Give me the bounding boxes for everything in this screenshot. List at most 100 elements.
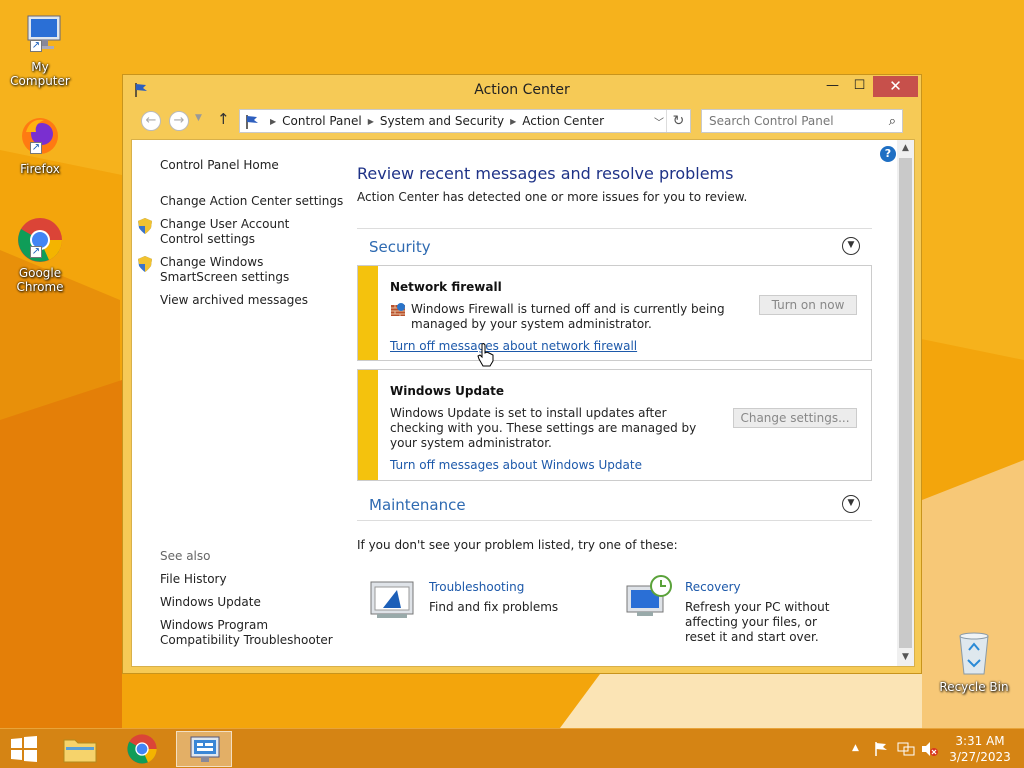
title-bar[interactable]: Action Center — ☐ ✕ <box>123 75 921 105</box>
content-area: Control Panel Home Change Action Center … <box>131 139 915 667</box>
recent-locations-dropdown-icon[interactable]: ▼ <box>195 113 202 123</box>
security-section-header[interactable]: Security ▼ <box>357 228 872 262</box>
turn-on-now-button[interactable]: Turn on now <box>759 295 857 315</box>
recovery-description: Refresh your PC without affecting your f… <box>685 600 830 644</box>
maximize-button[interactable]: ☐ <box>846 76 873 97</box>
taskbar-control-panel[interactable] <box>176 731 232 767</box>
bottom-intro-text: If you don't see your problem listed, tr… <box>357 538 678 552</box>
see-also-windows-update-link[interactable]: Windows Update <box>160 595 261 610</box>
hand-cursor-icon <box>477 343 494 367</box>
breadcrumb-separator-icon[interactable]: ▶ <box>270 117 276 126</box>
desktop-icon-label: Google Chrome <box>16 266 64 294</box>
desktop-icon-my-computer[interactable]: ↗ My Computer <box>0 10 80 88</box>
chevron-down-icon[interactable]: ▼ <box>842 237 860 255</box>
desktop-icon-label: My Computer <box>10 60 70 88</box>
see-also-file-history-link[interactable]: File History <box>160 572 227 587</box>
maintenance-heading: Maintenance <box>369 496 466 514</box>
taskbar-google-chrome[interactable] <box>114 731 170 767</box>
turn-off-windows-update-messages-link[interactable]: Turn off messages about Windows Update <box>390 458 642 472</box>
refresh-icon[interactable]: ↻ <box>666 110 690 132</box>
computer-icon: ↗ <box>16 10 64 58</box>
action-center-window: Action Center — ☐ ✕ ← → ▼ ↑ ▶ Control Pan… <box>122 74 922 674</box>
recycle-bin-icon <box>954 630 994 678</box>
turn-off-firewall-messages-link[interactable]: Turn off messages about network firewall <box>390 339 637 353</box>
warning-stripe <box>358 370 378 480</box>
breadcrumb-separator-icon[interactable]: ▶ <box>368 117 374 126</box>
windows-update-title: Windows Update <box>390 384 505 398</box>
up-arrow-icon[interactable]: ↑ <box>217 110 230 128</box>
windows-update-message: Windows Update Windows Update is set to … <box>357 369 872 481</box>
breadcrumb: ▶ Control Panel ▶ System and Security ▶ Actio… <box>264 114 604 128</box>
address-bar[interactable]: ▶ Control Panel ▶ System and Security ▶ Actio… <box>239 109 691 133</box>
windows-update-text: Windows Update is set to install updates… <box>390 406 697 450</box>
troubleshooting-description: Find and fix problems <box>429 600 559 614</box>
address-dropdown-icon[interactable]: ﹀ <box>654 114 664 129</box>
warning-stripe <box>358 266 378 360</box>
firefox-icon: ↗ <box>16 112 64 160</box>
breadcrumb-separator-icon[interactable]: ▶ <box>510 117 516 126</box>
security-heading: Security <box>369 238 431 256</box>
close-button[interactable]: ✕ <box>873 76 918 97</box>
network-firewall-message: Network firewall Windows Firewall is tur… <box>357 265 872 361</box>
forward-button[interactable]: → <box>169 111 189 131</box>
breadcrumb-control-panel[interactable]: Control Panel <box>282 114 362 128</box>
control-panel-icon <box>190 736 220 762</box>
scroll-up-arrow-icon[interactable]: ▲ <box>897 140 914 157</box>
network-firewall-text: Windows Firewall is turned off and is cu… <box>411 302 725 331</box>
page-title: Review recent messages and resolve probl… <box>357 164 734 183</box>
control-panel-flag-icon <box>244 114 260 133</box>
desktop-icon-label: Firefox <box>20 162 60 176</box>
show-hidden-icons-icon[interactable]: ▲ <box>852 743 859 753</box>
recovery-tool: Recovery Refresh your PC without affecti… <box>625 575 865 650</box>
folder-icon <box>63 739 97 763</box>
vertical-scrollbar[interactable]: ▲ ▼ <box>897 140 914 666</box>
troubleshooting-tool: Troubleshooting Find and fix problems <box>369 580 609 630</box>
desktop-icon-google-chrome[interactable]: ↗ Google Chrome <box>0 216 80 294</box>
see-also-heading: See also <box>160 549 211 563</box>
uac-shield-icon <box>138 218 152 234</box>
minimize-button[interactable]: — <box>819 76 846 97</box>
firewall-icon <box>391 303 405 316</box>
desktop-icon-firefox[interactable]: ↗ Firefox <box>0 112 80 176</box>
clock-date[interactable]: 3/27/2023 <box>944 750 1016 764</box>
back-button[interactable]: ← <box>141 111 161 131</box>
desktop-icon-label: Recycle Bin <box>939 680 1009 694</box>
page-subtitle: Action Center has detected one or more i… <box>357 190 748 204</box>
network-icon[interactable] <box>897 741 915 757</box>
network-firewall-title: Network firewall <box>390 280 502 294</box>
taskbar-file-explorer[interactable] <box>52 731 108 767</box>
scrollbar-thumb[interactable] <box>899 158 912 648</box>
scroll-down-arrow-icon[interactable]: ▼ <box>897 649 914 666</box>
recovery-link[interactable]: Recovery <box>685 580 741 594</box>
desktop-icon-recycle-bin[interactable]: Recycle Bin <box>934 630 1014 694</box>
change-uac-settings-link[interactable]: Change User Account Control settings <box>160 217 330 247</box>
view-archived-messages-link[interactable]: View archived messages <box>160 293 308 308</box>
navigation-bar: ← → ▼ ↑ ▶ Control Panel ▶ System and Securi… <box>131 109 915 133</box>
search-icon[interactable]: ⌕ <box>889 114 896 129</box>
troubleshooting-link[interactable]: Troubleshooting <box>429 580 524 594</box>
change-smartscreen-settings-link[interactable]: Change Windows SmartScreen settings <box>160 255 335 285</box>
recovery-icon <box>626 575 672 616</box>
search-box[interactable]: ⌕ <box>701 109 903 133</box>
shortcut-arrow-icon: ↗ <box>30 142 42 154</box>
clock-time[interactable]: 3:31 AM <box>944 734 1016 748</box>
breadcrumb-system-and-security[interactable]: System and Security <box>380 114 504 128</box>
control-panel-home-link[interactable]: Control Panel Home <box>160 158 279 173</box>
window-title: Action Center <box>474 82 570 98</box>
uac-shield-icon <box>138 256 152 272</box>
change-action-center-settings-link[interactable]: Change Action Center settings <box>160 194 343 209</box>
volume-muted-icon[interactable] <box>921 741 939 757</box>
start-button[interactable] <box>0 731 48 767</box>
windows-logo-icon <box>11 736 37 762</box>
see-also-compatibility-troubleshooter-link[interactable]: Windows Program Compatibility Troublesho… <box>160 618 335 648</box>
chevron-down-icon[interactable]: ▼ <box>842 495 860 513</box>
breadcrumb-action-center[interactable]: Action Center <box>522 114 604 128</box>
divider <box>357 520 872 521</box>
help-icon[interactable]: ? <box>880 146 896 162</box>
maintenance-section-header[interactable]: Maintenance ▼ <box>357 487 872 521</box>
chrome-icon <box>127 734 157 764</box>
taskbar: ▲ 3:31 AM 3/27/2023 <box>0 728 1024 768</box>
action-center-flag-icon[interactable] <box>873 741 889 757</box>
change-settings-button[interactable]: Change settings... <box>733 408 857 428</box>
search-input[interactable] <box>709 113 879 129</box>
